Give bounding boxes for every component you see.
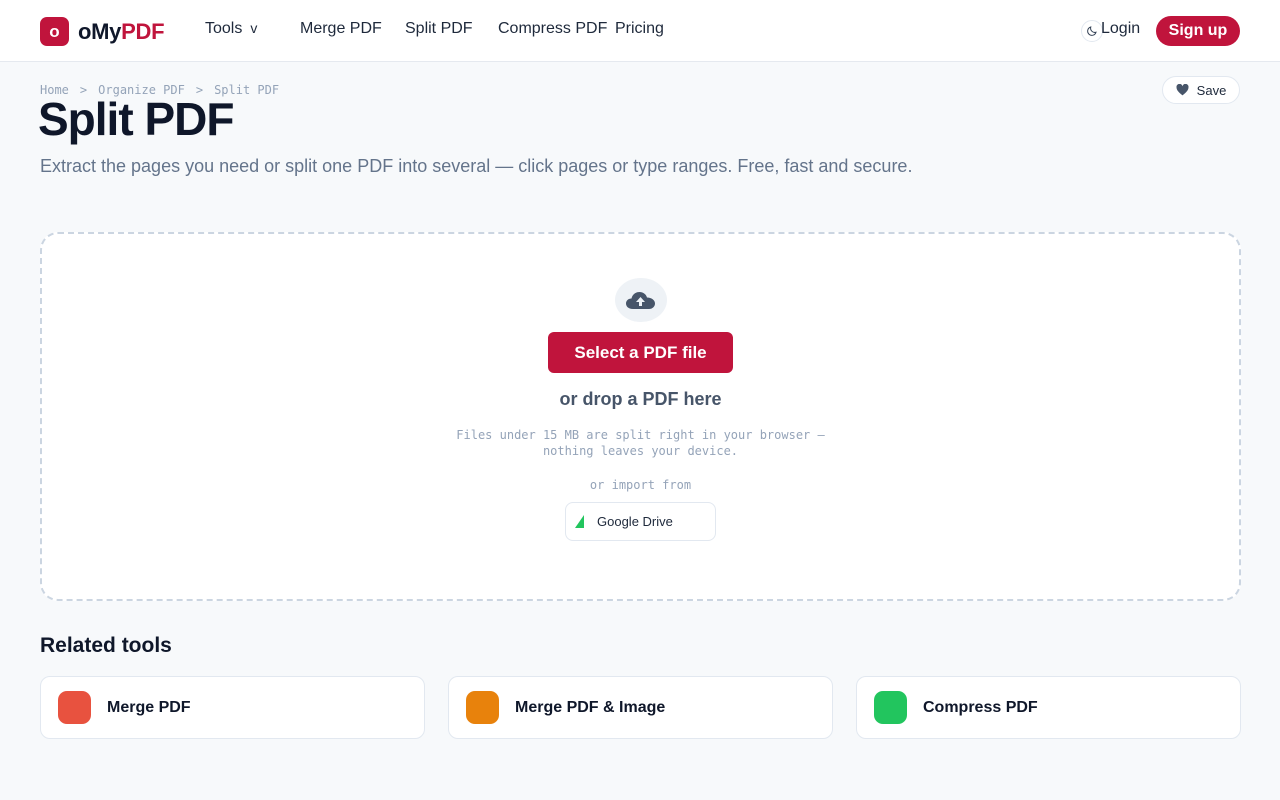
- save-button[interactable]: Save: [1162, 76, 1240, 104]
- related-tool-compress-pdf[interactable]: Compress PDF: [856, 676, 1241, 739]
- page-subtitle: Extract the pages you need or split one …: [40, 156, 913, 176]
- moon-icon: [1087, 26, 1097, 36]
- theme-toggle-button[interactable]: [1081, 20, 1103, 42]
- file-dropzone[interactable]: Select a PDF file or drop a PDF here Fil…: [40, 232, 1241, 601]
- chevron-down-icon: v: [250, 20, 258, 36]
- nav-tools-dropdown[interactable]: Tools v: [205, 20, 257, 38]
- privacy-note-line2: nothing leaves your device.: [542, 444, 739, 458]
- cloud-upload-icon: [626, 292, 655, 309]
- nav-compress-pdf[interactable]: Compress PDF: [498, 20, 607, 38]
- related-tool-label: Merge PDF: [107, 698, 191, 716]
- merge-pdf-icon: [58, 691, 91, 724]
- login-link[interactable]: Login: [1101, 20, 1140, 38]
- related-tool-label: Compress PDF: [923, 698, 1038, 716]
- import-label: or import from: [589, 478, 692, 492]
- page-title: Split PDF: [38, 93, 234, 145]
- nav-merge-pdf[interactable]: Merge PDF: [300, 20, 382, 38]
- google-drive-button[interactable]: Google Drive: [565, 502, 716, 541]
- google-drive-label: Google Drive: [597, 514, 673, 529]
- upload-icon-circle: [615, 278, 667, 322]
- nav-split-pdf[interactable]: Split PDF: [405, 20, 473, 38]
- related-tools-title: Related tools: [40, 634, 172, 657]
- merge-pdf-image-icon: [466, 691, 499, 724]
- select-pdf-button[interactable]: Select a PDF file: [548, 332, 733, 373]
- drop-hint: or drop a PDF here: [559, 389, 722, 409]
- related-tool-merge-pdf[interactable]: Merge PDF: [40, 676, 425, 739]
- privacy-note-line1: Files under 15 MB are split right in you…: [456, 428, 825, 442]
- nav-tools-label: Tools: [205, 20, 243, 37]
- privacy-note: Files under 15 MB are split right in you…: [42, 427, 1239, 459]
- signup-button[interactable]: Sign up: [1156, 16, 1240, 46]
- compress-pdf-icon: [874, 691, 907, 724]
- brand-logo[interactable]: o oMyPDF: [40, 17, 165, 46]
- related-tool-label: Merge PDF & Image: [515, 698, 666, 716]
- top-navbar: o oMyPDF Tools v Merge PDF Split PDF Comp…: [0, 0, 1280, 62]
- google-drive-icon: [575, 515, 584, 528]
- logo-text: oMyPDF: [78, 18, 165, 44]
- heart-icon: [1176, 84, 1189, 96]
- save-label: Save: [1196, 82, 1227, 98]
- logo-mark: o: [40, 17, 69, 46]
- nav-pricing[interactable]: Pricing: [615, 20, 664, 38]
- related-tool-merge-pdf-image[interactable]: Merge PDF & Image: [448, 676, 833, 739]
